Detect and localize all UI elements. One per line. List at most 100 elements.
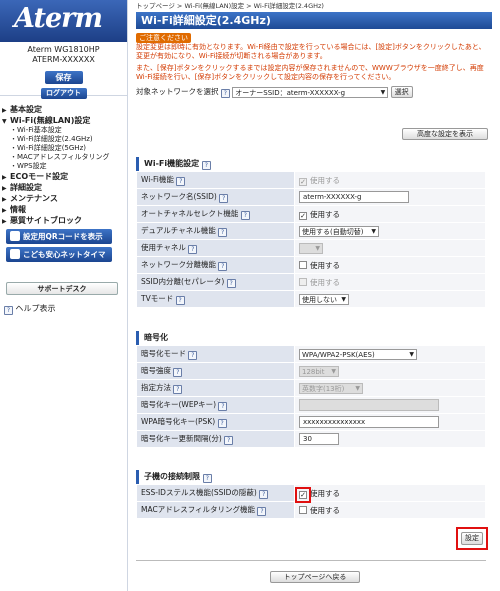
help-icon[interactable]: ? <box>220 89 230 98</box>
help-icon[interactable]: ? <box>259 490 269 499</box>
wifi-settings-table: Wi-Fi機能 ? ✓ 使用する ネットワーク名(SSID) ? aterm-XXXX… <box>136 171 486 308</box>
table-row: 暗号化キー更新間隔(分) ? 30 <box>136 430 486 448</box>
wifi-settings-section: Wi-Fi機能設定 ? Wi-Fi機能 ? ✓ 使用する ネットワーク名(SSID)… <box>136 157 486 308</box>
sidebar-menu: ▶ 基本設定 ▼ Wi-Fi(無線LAN)設定 ・Wi-Fi基本設定 ・Wi-Fi詳… <box>0 96 127 226</box>
menu-eco[interactable]: ▶ ECOモード設定 <box>0 171 127 182</box>
table-row: WPA暗号化キー(PSK) ? xxxxxxxxxxxxxxx <box>136 413 486 431</box>
help-icon: ? <box>4 306 13 315</box>
kids-timer-button[interactable]: こども安心ネットタイマー <box>6 247 112 274</box>
highlight-stealth-checkbox <box>295 487 311 503</box>
help-icon[interactable]: ? <box>173 385 183 394</box>
set-button[interactable]: 設定 <box>461 532 483 545</box>
help-icon[interactable]: ? <box>201 161 211 170</box>
qr-code-icon <box>10 231 20 241</box>
wep-key-input <box>299 399 439 411</box>
table-row: 使用チャネル ? ▼ <box>136 239 486 257</box>
table-row: デュアルチャネル機能 ? 使用する(自動切替) ▼ <box>136 222 486 240</box>
network-isolation-checkbox[interactable] <box>299 260 307 269</box>
qr-code-button[interactable]: 設定用QRコードを表示 <box>6 229 112 244</box>
table-row: オートチャネルセレクト機能 ? ✓ 使用する <box>136 205 486 223</box>
save-button[interactable]: 保存 <box>44 71 83 84</box>
chevron-down-icon: ▼ <box>331 367 336 375</box>
table-row: ESS-IDステルス機能(SSIDの隠蔽) ? ✓ 使用する <box>136 484 486 502</box>
support-desk-button[interactable]: サポートデスク <box>6 282 118 295</box>
menu-basic[interactable]: ▶ 基本設定 <box>0 104 127 115</box>
logout-button[interactable]: ログアウト <box>40 88 87 99</box>
table-row: 暗号化キー(WEPキー) ? <box>136 396 486 414</box>
dual-channel-select[interactable]: 使用する(自動切替) ▼ <box>299 225 379 237</box>
submenu-wifi-detail-24[interactable]: ・Wi-Fi詳細設定(2.4GHz) <box>0 135 127 144</box>
ssid-input[interactable]: aterm-XXXXXX-g <box>299 191 409 203</box>
help-icon[interactable]: ? <box>224 436 234 445</box>
table-row: SSID内分離(セパレータ) ? 使用する <box>136 273 486 291</box>
help-icon[interactable]: ? <box>219 194 229 203</box>
model-name: Aterm WG1810HP <box>27 45 100 54</box>
submenu-mac-filter[interactable]: ・MACアドレスフィルタリング <box>0 153 127 162</box>
help-icon[interactable]: ? <box>202 474 212 483</box>
help-icon[interactable]: ? <box>218 402 228 411</box>
chevron-down-icon: ▼ <box>409 350 414 358</box>
menu-maintenance[interactable]: ▶ メンテナンス <box>0 193 127 204</box>
help-icon[interactable]: ? <box>173 368 183 377</box>
triangle-right-icon: ▶ <box>2 218 7 225</box>
help-icon[interactable]: ? <box>217 419 227 428</box>
help-icon[interactable]: ? <box>257 507 267 516</box>
wifi-enable-checkbox: ✓ <box>299 177 307 186</box>
aterm-logo: Aterm <box>0 0 127 42</box>
section-title-encryption: 暗号化 <box>136 331 486 345</box>
show-advanced-button[interactable]: 高度な設定を表示 <box>402 128 488 140</box>
menu-wifi[interactable]: ▼ Wi-Fi(無線LAN)設定 <box>0 115 127 126</box>
chevron-down-icon: ▼ <box>355 384 360 392</box>
back-to-top-button[interactable]: トップページへ戻る <box>270 571 360 583</box>
breadcrumb: トップページ > Wi-Fi(無線LAN)設定 > Wi-Fi詳細設定(2.4G… <box>136 2 324 10</box>
wpa-key-input[interactable]: xxxxxxxxxxxxxxx <box>299 416 439 428</box>
chevron-down-icon: ▼ <box>341 295 346 303</box>
encryption-table: 暗号化モード ? WPA/WPA2-PSK(AES) ▼ 暗号強度 ? 128bit ▼… <box>136 345 486 448</box>
table-row: MACアドレスフィルタリング機能 ? 使用する <box>136 501 486 519</box>
encryption-strength-select: 128bit ▼ <box>299 365 339 377</box>
mac-filter-checkbox[interactable] <box>299 505 307 514</box>
help-icon[interactable]: ? <box>240 211 250 220</box>
menu-site-block[interactable]: ▶ 悪質サイトブロック <box>0 215 127 226</box>
chevron-down-icon: ▼ <box>371 227 376 235</box>
key-update-interval-input[interactable]: 30 <box>299 433 339 445</box>
page-title: Wi-Fi詳細設定(2.4GHz) <box>136 12 492 29</box>
auto-channel-checkbox[interactable]: ✓ <box>299 211 307 220</box>
submenu-wifi-basic[interactable]: ・Wi-Fi基本設定 <box>0 126 127 135</box>
sidebar: Aterm Aterm WG1810HP ATERM-XXXXXX 保存 ログア… <box>0 0 128 591</box>
help-link[interactable]: ? ヘルプ表示 <box>4 303 127 315</box>
submenu-wps[interactable]: ・WPS設定 <box>0 162 127 171</box>
ssid-separator-checkbox <box>299 277 307 286</box>
network-select[interactable]: オーナーSSID：aterm-XXXXXX-g ▼ <box>232 86 389 98</box>
chevron-down-icon: ▼ <box>315 244 320 252</box>
help-icon[interactable]: ? <box>188 245 198 254</box>
model-box: Aterm WG1810HP ATERM-XXXXXX 保存 ログアウト <box>0 42 127 99</box>
encryption-mode-select[interactable]: WPA/WPA2-PSK(AES) ▼ <box>299 348 417 360</box>
help-icon[interactable]: ? <box>176 177 186 186</box>
table-row: ネットワーク名(SSID) ? aterm-XXXXXX-g <box>136 188 486 206</box>
help-icon[interactable]: ? <box>175 296 185 305</box>
menu-advanced[interactable]: ▶ 詳細設定 <box>0 182 127 193</box>
tv-mode-select[interactable]: 使用しない ▼ <box>299 293 349 305</box>
help-icon[interactable]: ? <box>218 262 228 271</box>
submenu-wifi-detail-5[interactable]: ・Wi-Fi詳細設定(5GHz) <box>0 144 127 153</box>
table-row: 暗号強度 ? 128bit ▼ <box>136 362 486 380</box>
table-row: 暗号化モード ? WPA/WPA2-PSK(AES) ▼ <box>136 345 486 363</box>
help-icon[interactable]: ? <box>226 279 236 288</box>
main-content: トップページ > Wi-Fi(無線LAN)設定 > Wi-Fi詳細設定(2.4G… <box>136 0 492 583</box>
menu-info[interactable]: ▶ 情報 <box>0 204 127 215</box>
section-title-wifi: Wi-Fi機能設定 ? <box>136 157 486 171</box>
table-row: TVモード ? 使用しない ▼ <box>136 290 486 308</box>
network-select-row: 対象ネットワークを選択 ? オーナーSSID：aterm-XXXXXX-g ▼ 選… <box>136 86 492 98</box>
kids-timer-icon <box>10 249 20 259</box>
table-row: 指定方法 ? 英数字(13桁) ▼ <box>136 379 486 397</box>
divider <box>136 560 486 561</box>
triangle-down-icon: ▼ <box>2 118 7 125</box>
select-button[interactable]: 選択 <box>390 86 413 98</box>
chevron-down-icon: ▼ <box>380 88 386 96</box>
help-icon[interactable]: ? <box>218 228 228 237</box>
network-select-label: 対象ネットワークを選択 <box>136 87 219 96</box>
help-icon[interactable]: ? <box>188 351 198 360</box>
table-row: Wi-Fi機能 ? ✓ 使用する <box>136 171 486 189</box>
caution-text-2: また、[保存]ボタンをクリックするまでは設定内容が保存されませんので、WWWブラ… <box>136 64 484 81</box>
